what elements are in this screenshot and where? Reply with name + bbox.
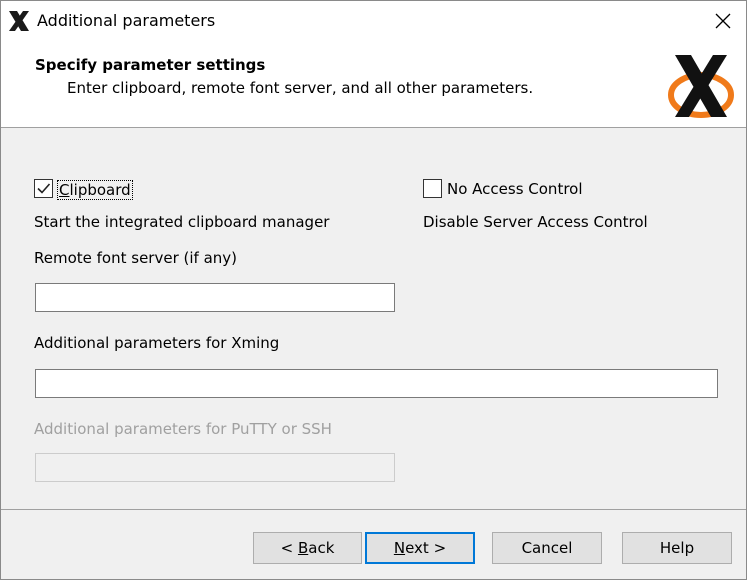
xming-params-field[interactable] xyxy=(36,370,717,397)
clipboard-label[interactable]: Clipboard xyxy=(57,180,133,200)
close-button[interactable] xyxy=(700,1,746,41)
header-title: Specify parameter settings xyxy=(35,56,266,74)
next-button[interactable]: Next > xyxy=(365,532,475,564)
window-title: Additional parameters xyxy=(37,11,216,30)
font-server-input[interactable] xyxy=(35,283,395,312)
help-button[interactable]: Help xyxy=(622,532,732,564)
xming-x-icon xyxy=(9,11,29,31)
x-window-logo xyxy=(668,55,734,118)
cancel-button[interactable]: Cancel xyxy=(492,532,602,564)
putty-params-input xyxy=(35,453,395,482)
wizard-header: Specify parameter settings Enter clipboa… xyxy=(1,41,746,128)
header-subtitle: Enter clipboard, remote font server, and… xyxy=(67,79,534,97)
checkmark-icon xyxy=(37,183,51,194)
putty-params-label: Additional parameters for PuTTY or SSH xyxy=(34,420,332,438)
clipboard-checkbox[interactable] xyxy=(34,179,53,198)
clipboard-description: Start the integrated clipboard manager xyxy=(34,213,330,231)
no-access-control-label[interactable]: No Access Control xyxy=(447,180,583,198)
putty-params-field xyxy=(36,454,394,481)
dialog-window: Additional parameters Specify parameter … xyxy=(0,0,747,580)
footer-divider xyxy=(1,509,746,510)
back-button[interactable]: < Back xyxy=(253,532,362,564)
font-server-field[interactable] xyxy=(36,284,394,311)
no-access-control-checkbox[interactable] xyxy=(423,179,442,198)
close-icon xyxy=(715,13,731,29)
no-access-control-description: Disable Server Access Control xyxy=(423,213,648,231)
font-server-label: Remote font server (if any) xyxy=(34,249,238,267)
xming-params-label: Additional parameters for Xming xyxy=(34,334,280,352)
title-bar[interactable]: Additional parameters xyxy=(1,1,746,41)
xming-params-input[interactable] xyxy=(35,369,718,398)
